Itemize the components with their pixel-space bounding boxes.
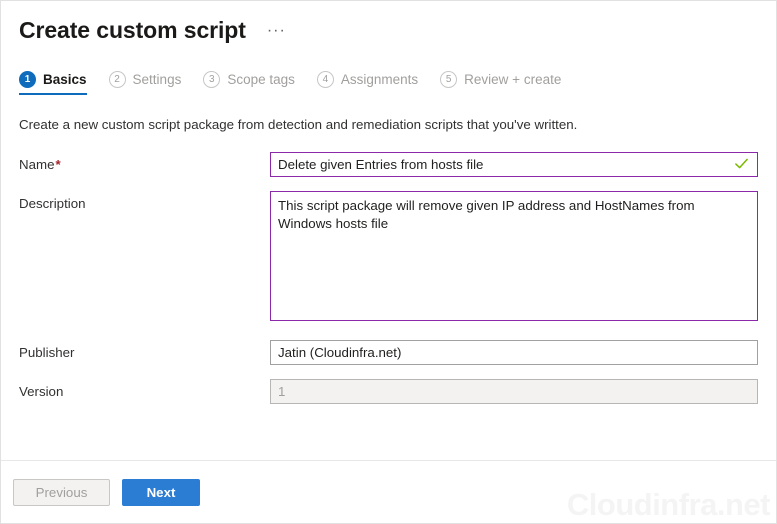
blade-footer: Previous Next (1, 460, 776, 523)
publisher-label: Publisher (19, 345, 75, 360)
tab-scope-tags[interactable]: 3 Scope tags (203, 71, 295, 95)
blade-intro-text: Create a new custom script package from … (19, 117, 578, 132)
field-row-description: Description (19, 191, 776, 326)
tab-review-create[interactable]: 5 Review + create (440, 71, 561, 95)
wizard-steps: 1 Basics 2 Settings 3 Scope tags 4 Assig… (1, 71, 776, 95)
tab-scope-tags-label: Scope tags (227, 72, 295, 87)
step-number-4: 4 (316, 71, 334, 88)
blade-header: Create custom script ··· (1, 1, 776, 45)
name-label-text: Name (19, 157, 55, 172)
tab-settings[interactable]: 2 Settings (108, 71, 182, 95)
description-label: Description (19, 196, 86, 211)
previous-button[interactable]: Previous (13, 478, 110, 506)
field-row-version: Version (19, 379, 776, 404)
next-button[interactable]: Next (122, 478, 200, 506)
basics-form: Name* Description Publisher V (1, 152, 776, 404)
step-number-5: 5 (440, 71, 458, 88)
step-number-2: 2 (108, 71, 126, 88)
field-row-publisher: Publisher (19, 340, 776, 365)
tab-assignments-label: Assignments (340, 72, 419, 87)
tab-assignments[interactable]: 4 Assignments (316, 71, 419, 95)
tab-basics-label: Basics (43, 72, 87, 87)
create-custom-script-blade: Create custom script ··· 1 Basics 2 Sett… (0, 0, 777, 524)
page-title: Create custom script (19, 17, 246, 43)
field-row-name: Name* (19, 152, 776, 177)
version-input (270, 379, 758, 404)
tab-review-create-label: Review + create (464, 72, 562, 87)
step-number-3: 3 (203, 71, 221, 88)
name-input[interactable] (270, 152, 758, 177)
name-field-container (270, 152, 776, 177)
version-label: Version (19, 384, 64, 399)
publisher-input[interactable] (270, 340, 758, 365)
step-number-1: 1 (19, 71, 36, 88)
tab-settings-label: Settings (132, 72, 182, 87)
more-options-icon[interactable]: ··· (263, 23, 290, 39)
description-field-container (270, 191, 776, 326)
publisher-field-container (270, 340, 776, 365)
name-required-marker: * (55, 157, 61, 172)
description-textarea[interactable] (270, 191, 758, 321)
version-field-container (270, 379, 776, 404)
tab-basics[interactable]: 1 Basics (19, 71, 87, 95)
name-label: Name* (19, 152, 270, 173)
